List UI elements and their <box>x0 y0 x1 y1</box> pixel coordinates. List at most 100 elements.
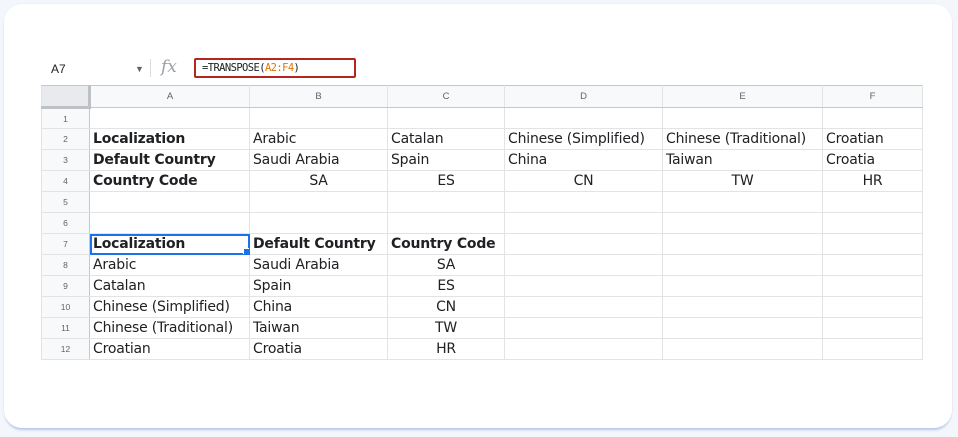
column-header[interactable]: C <box>387 85 505 108</box>
cell[interactable] <box>662 107 823 129</box>
cell[interactable]: Chinese (Simplified) <box>89 296 250 318</box>
cell[interactable]: Catalan <box>387 128 505 150</box>
cell[interactable]: Catalan <box>89 275 250 297</box>
row-header[interactable]: 9 <box>41 275 90 297</box>
cell[interactable] <box>662 296 823 318</box>
cell[interactable] <box>822 296 923 318</box>
fx-icon: fx <box>161 57 177 77</box>
cell[interactable]: Saudi Arabia <box>249 149 388 171</box>
cell[interactable]: Default Country <box>249 233 388 255</box>
column-header[interactable]: A <box>89 85 250 108</box>
row-header[interactable]: 10 <box>41 296 90 318</box>
cell[interactable]: Saudi Arabia <box>249 254 388 276</box>
column-header[interactable]: F <box>822 85 923 108</box>
cell[interactable]: ES <box>387 170 505 192</box>
cell[interactable] <box>662 317 823 339</box>
fill-handle[interactable] <box>243 248 249 254</box>
cell[interactable]: Chinese (Traditional) <box>89 317 250 339</box>
cell[interactable] <box>822 107 923 129</box>
cell[interactable] <box>249 212 388 234</box>
cell[interactable]: CN <box>504 170 663 192</box>
cell[interactable] <box>662 275 823 297</box>
cell[interactable]: CN <box>387 296 505 318</box>
cell[interactable] <box>504 254 663 276</box>
cell[interactable] <box>387 212 505 234</box>
cell[interactable] <box>504 275 663 297</box>
cell[interactable] <box>662 254 823 276</box>
cell[interactable] <box>89 107 250 129</box>
cell[interactable] <box>504 233 663 255</box>
cell[interactable]: ES <box>387 275 505 297</box>
name-box[interactable]: A7 <box>51 62 66 76</box>
cell[interactable]: Arabic <box>249 128 388 150</box>
column-header[interactable]: D <box>504 85 663 108</box>
row-header[interactable]: 3 <box>41 149 90 171</box>
cell[interactable]: Croatian <box>822 128 923 150</box>
cell[interactable]: SA <box>387 254 505 276</box>
cell[interactable] <box>504 296 663 318</box>
selected-cell[interactable]: Localization <box>89 233 250 255</box>
cell[interactable]: Croatia <box>822 149 923 171</box>
cell[interactable] <box>662 233 823 255</box>
cell[interactable] <box>504 107 663 129</box>
cell[interactable] <box>387 191 505 213</box>
column-header[interactable]: E <box>662 85 823 108</box>
chevron-down-icon[interactable]: ▼ <box>135 64 144 74</box>
cell[interactable]: HR <box>387 338 505 360</box>
cell[interactable]: TW <box>662 170 823 192</box>
cell[interactable] <box>249 191 388 213</box>
row-header[interactable]: 2 <box>41 128 90 150</box>
cell[interactable] <box>504 317 663 339</box>
cell[interactable] <box>822 254 923 276</box>
cell[interactable] <box>504 338 663 360</box>
row-header[interactable]: 6 <box>41 212 90 234</box>
cell[interactable]: China <box>504 149 663 171</box>
formula-suffix: ) <box>293 62 300 74</box>
cell[interactable] <box>89 212 250 234</box>
cell[interactable] <box>387 107 505 129</box>
table-row: 6 <box>41 212 923 234</box>
cell[interactable] <box>822 191 923 213</box>
cell[interactable] <box>822 275 923 297</box>
row-header[interactable]: 4 <box>41 170 90 192</box>
cell[interactable]: Default Country <box>89 149 250 171</box>
cell[interactable] <box>249 107 388 129</box>
cell[interactable]: Spain <box>249 275 388 297</box>
select-all-corner[interactable] <box>41 85 91 109</box>
cell[interactable]: SA <box>249 170 388 192</box>
cell[interactable]: Taiwan <box>662 149 823 171</box>
table-row: 12 Croatian Croatia HR <box>41 338 923 360</box>
column-header[interactable]: B <box>249 85 388 108</box>
cell[interactable]: TW <box>387 317 505 339</box>
cell[interactable]: Croatian <box>89 338 250 360</box>
cell[interactable]: Country Code <box>89 170 250 192</box>
row-header[interactable]: 7 <box>41 233 90 255</box>
cell[interactable]: Taiwan <box>249 317 388 339</box>
row-header[interactable]: 1 <box>41 107 90 129</box>
cell[interactable]: Localization <box>89 128 250 150</box>
row-header[interactable]: 5 <box>41 191 90 213</box>
cell[interactable]: Arabic <box>89 254 250 276</box>
cell[interactable]: Chinese (Simplified) <box>504 128 663 150</box>
cell[interactable]: Spain <box>387 149 505 171</box>
cell[interactable]: China <box>249 296 388 318</box>
cell[interactable] <box>822 233 923 255</box>
cell[interactable]: Chinese (Traditional) <box>662 128 823 150</box>
cell[interactable] <box>822 338 923 360</box>
formula-range: A2:F4 <box>264 62 294 74</box>
cell[interactable] <box>662 338 823 360</box>
cell[interactable]: Croatia <box>249 338 388 360</box>
cell[interactable] <box>504 212 663 234</box>
cell[interactable] <box>504 191 663 213</box>
cell[interactable] <box>662 212 823 234</box>
cell[interactable] <box>822 212 923 234</box>
cell[interactable] <box>89 191 250 213</box>
cell[interactable]: HR <box>822 170 923 192</box>
row-header[interactable]: 11 <box>41 317 90 339</box>
formula-input[interactable]: =TRANSPOSE(A2:F4) <box>194 58 356 78</box>
cell[interactable] <box>822 317 923 339</box>
row-header[interactable]: 12 <box>41 338 90 360</box>
cell[interactable]: Country Code <box>387 233 505 255</box>
row-header[interactable]: 8 <box>41 254 90 276</box>
cell[interactable] <box>662 191 823 213</box>
